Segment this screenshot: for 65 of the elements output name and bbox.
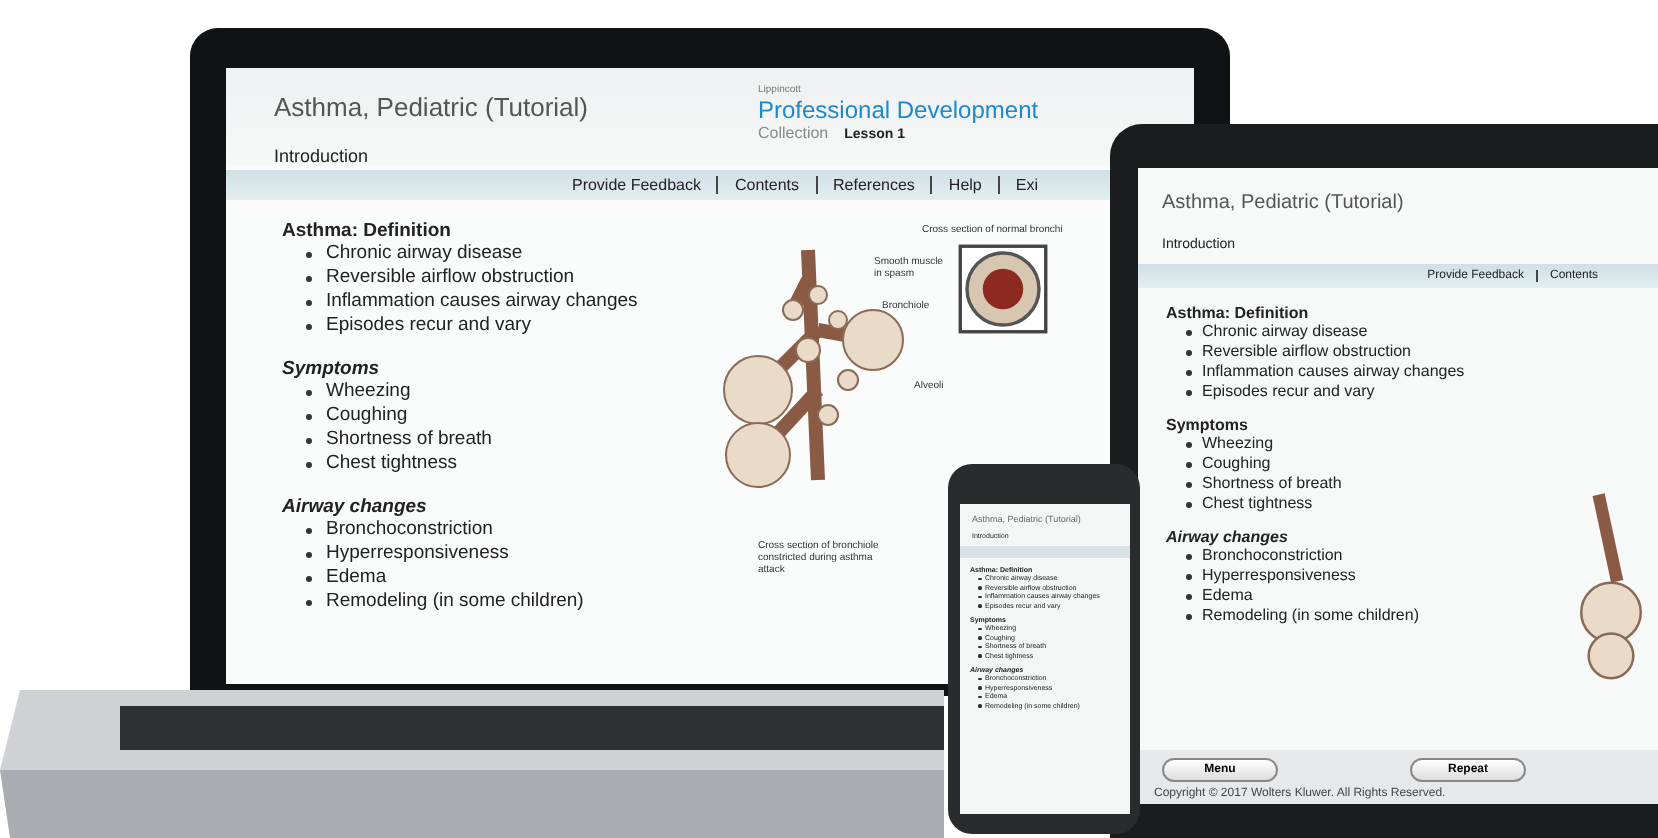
bullet-item: Coughing bbox=[326, 404, 408, 428]
topic-heading: Asthma: Definition bbox=[1166, 304, 1311, 322]
topic-heading: Asthma: Definition bbox=[282, 220, 453, 242]
bullet-item: Remodeling (in some children) bbox=[326, 590, 584, 614]
nav-link[interactable]: References bbox=[815, 176, 931, 194]
bullet-icon bbox=[1186, 573, 1192, 579]
bullet-icon bbox=[1186, 593, 1192, 599]
bullet-item: Edema bbox=[326, 566, 387, 590]
bullet-icon bbox=[306, 413, 312, 419]
nav-link[interactable]: Exi bbox=[997, 176, 1054, 194]
nav-link[interactable]: Provide Feedback bbox=[555, 176, 717, 194]
bullet-icon bbox=[1186, 441, 1192, 447]
brand-name: Professional Development bbox=[758, 96, 1041, 124]
bullet-icon bbox=[1186, 349, 1192, 355]
bullet-item: Remodeling (in some children) bbox=[1202, 606, 1419, 626]
bullet-item: Episodes recur and vary bbox=[1202, 382, 1375, 402]
topic-heading: Airway changes bbox=[282, 496, 429, 518]
bullet-icon bbox=[1186, 389, 1192, 395]
bullet-item: Wheezing bbox=[1202, 434, 1274, 454]
bullet-icon bbox=[1186, 553, 1192, 559]
nav-link[interactable]: Help bbox=[930, 176, 998, 194]
bullet-icon bbox=[1186, 501, 1192, 507]
lesson-title: Asthma, Pediatric (Tutorial) bbox=[274, 92, 589, 122]
bullet-icon bbox=[306, 551, 312, 557]
cross-section-icon bbox=[958, 244, 1048, 334]
bullet-item: Chest tightness bbox=[326, 452, 457, 476]
topic-heading: Symptoms bbox=[282, 358, 382, 380]
bullet-item: Inflammation causes airway changes bbox=[1202, 362, 1465, 382]
bullet-item: Chronic airway disease bbox=[1202, 322, 1368, 342]
bullet-item: Inflammation causes airway changes bbox=[326, 290, 638, 314]
bullet-item: Chest tightness bbox=[1202, 494, 1313, 514]
bullet-item: Coughing bbox=[1202, 454, 1271, 474]
brand-subtitle: Collection bbox=[758, 124, 829, 142]
bullet-item: Reversible airflow obstruction bbox=[326, 266, 575, 290]
bullet-icon bbox=[306, 389, 312, 395]
lesson-title: Asthma, Pediatric (Tutorial) bbox=[1160, 190, 1406, 214]
bullet-item: Hyperresponsiveness bbox=[1202, 566, 1356, 586]
bullet-icon bbox=[306, 599, 312, 605]
bullet-icon bbox=[306, 527, 312, 533]
bullet-item: Hyperresponsiveness bbox=[326, 542, 509, 566]
bullet-item: Wheezing bbox=[326, 380, 411, 404]
nav-link[interactable]: Contents bbox=[716, 176, 815, 194]
bullet-item: Shortness of breath bbox=[1202, 474, 1342, 494]
bullet-icon bbox=[1186, 481, 1192, 487]
bullet-icon bbox=[306, 575, 312, 581]
bullet-item: Chronic airway disease bbox=[326, 242, 523, 266]
bullet-icon bbox=[306, 251, 312, 257]
bullet-item: Bronchoconstriction bbox=[1202, 546, 1343, 566]
bullet-item: Bronchoconstriction bbox=[326, 518, 493, 542]
bullet-icon bbox=[306, 461, 312, 467]
bullet-item: Shortness of breath bbox=[326, 428, 492, 452]
bullet-icon bbox=[306, 275, 312, 281]
bullet-icon bbox=[306, 437, 312, 443]
bullet-item: Edema bbox=[1202, 586, 1253, 606]
bullet-icon bbox=[1186, 369, 1192, 375]
section-title: Introduction bbox=[274, 146, 371, 166]
bullet-icon bbox=[306, 299, 312, 305]
bullet-item: Episodes recur and vary bbox=[326, 314, 531, 338]
bullet-icon bbox=[1186, 461, 1192, 467]
topic-heading: Symptoms bbox=[1166, 416, 1250, 434]
bullet-icon bbox=[1186, 329, 1192, 335]
topic-heading: Airway changes bbox=[1166, 528, 1290, 546]
bullet-icon bbox=[1186, 613, 1192, 619]
bullet-item: Reversible airflow obstruction bbox=[1202, 342, 1411, 362]
bullet-icon bbox=[306, 323, 312, 329]
